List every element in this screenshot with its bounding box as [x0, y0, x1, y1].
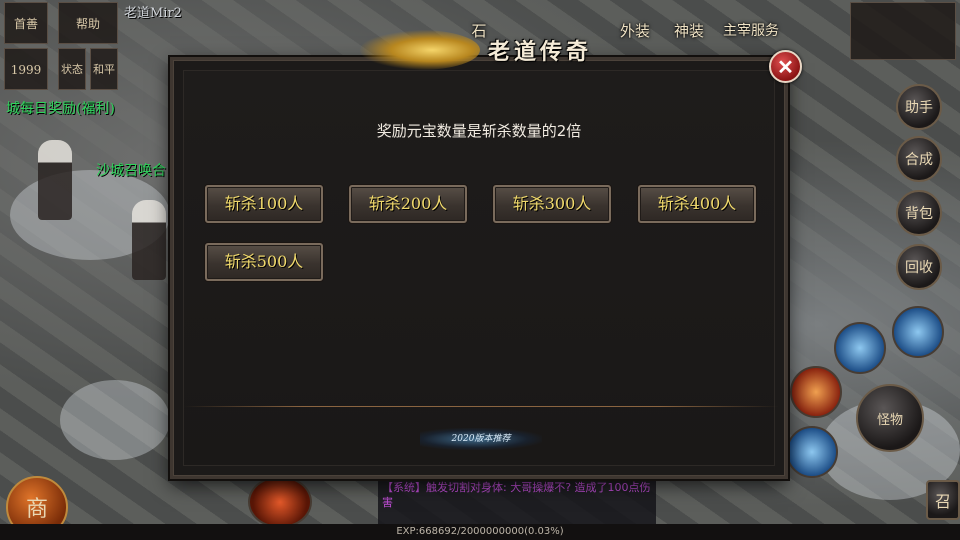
- recycle-button[interactable]: 回收: [896, 244, 942, 290]
- hp-orb: [248, 476, 312, 528]
- monster-attack-button[interactable]: 怪物: [856, 384, 924, 452]
- skill-icon[interactable]: [790, 366, 842, 418]
- button-label: 召: [934, 492, 951, 511]
- npc-figure[interactable]: [38, 140, 72, 220]
- snow-patch: [60, 380, 170, 460]
- button-label: 背包: [905, 206, 933, 222]
- backpack-button[interactable]: 背包: [896, 190, 942, 236]
- chat-message: 【系统】触发切割对身体: 大哥操爆不? 造成了100点伤害: [382, 481, 651, 509]
- button-label: 商: [25, 497, 48, 522]
- hud-status-button[interactable]: 状态: [58, 48, 86, 90]
- kill-300-button[interactable]: 斩杀300人: [493, 185, 611, 223]
- hud-label: 和平: [93, 63, 115, 76]
- top-icon-master-service[interactable]: 主宰服务: [722, 6, 780, 56]
- hud-peace-button[interactable]: 和平: [90, 48, 118, 90]
- close-button[interactable]: ✕: [769, 50, 802, 83]
- button-label: 合成: [905, 152, 933, 168]
- close-icon: ✕: [777, 54, 794, 79]
- skill-icon[interactable]: [786, 426, 838, 478]
- kill-100-button[interactable]: 斩杀100人: [205, 185, 323, 223]
- hud-label: 1999: [10, 63, 42, 77]
- dialog-divider: [184, 406, 779, 407]
- kill-400-button[interactable]: 斩杀400人: [638, 185, 756, 223]
- top-icon-appearance[interactable]: 外装: [612, 6, 658, 56]
- exp-bar: EXP:668692/2000000000(0.03%): [0, 524, 960, 540]
- npc-figure[interactable]: [132, 200, 166, 280]
- hud-label: 帮助: [75, 17, 100, 31]
- signature-logo: 2020版本推荐: [420, 428, 542, 450]
- player-name: 老道Mir2: [124, 6, 182, 21]
- hud-label: 首善: [13, 17, 38, 31]
- reward-notice: 奖励元宝数量是斩杀数量的2倍: [376, 122, 582, 140]
- assistant-button[interactable]: 助手: [896, 84, 942, 130]
- kill-200-button[interactable]: 斩杀200人: [349, 185, 467, 223]
- chat-panel[interactable]: 【系统】触发切割对身体: 大哥操爆不? 造成了100点伤害: [378, 478, 656, 524]
- top-icon-divine-gear[interactable]: 神装: [666, 6, 712, 56]
- hud-help-button[interactable]: 帮助: [58, 2, 118, 44]
- hud-level-button[interactable]: 1999: [4, 48, 48, 90]
- hud-shoushan-button[interactable]: 首善: [4, 2, 48, 44]
- hud-label: 状态: [61, 63, 83, 76]
- skill-icon[interactable]: [892, 306, 944, 358]
- button-label: 助手: [905, 100, 933, 116]
- castle-summon-link[interactable]: 沙城召唤合: [96, 160, 166, 180]
- synthesis-button[interactable]: 合成: [896, 136, 942, 182]
- golden-dragon-icon: [360, 30, 480, 70]
- summon-button[interactable]: 召: [926, 480, 960, 520]
- dialog-title: 老道传奇: [488, 39, 593, 65]
- button-label: 回收: [905, 260, 933, 276]
- kill-500-button[interactable]: 斩杀500人: [205, 243, 323, 281]
- daily-reward-link[interactable]: 城每日奖励(福利): [6, 98, 115, 118]
- dialog-title-plate: 老道传奇: [360, 26, 612, 74]
- button-label: 怪物: [876, 412, 903, 428]
- minimap[interactable]: [850, 2, 956, 60]
- skill-icon[interactable]: [834, 322, 886, 374]
